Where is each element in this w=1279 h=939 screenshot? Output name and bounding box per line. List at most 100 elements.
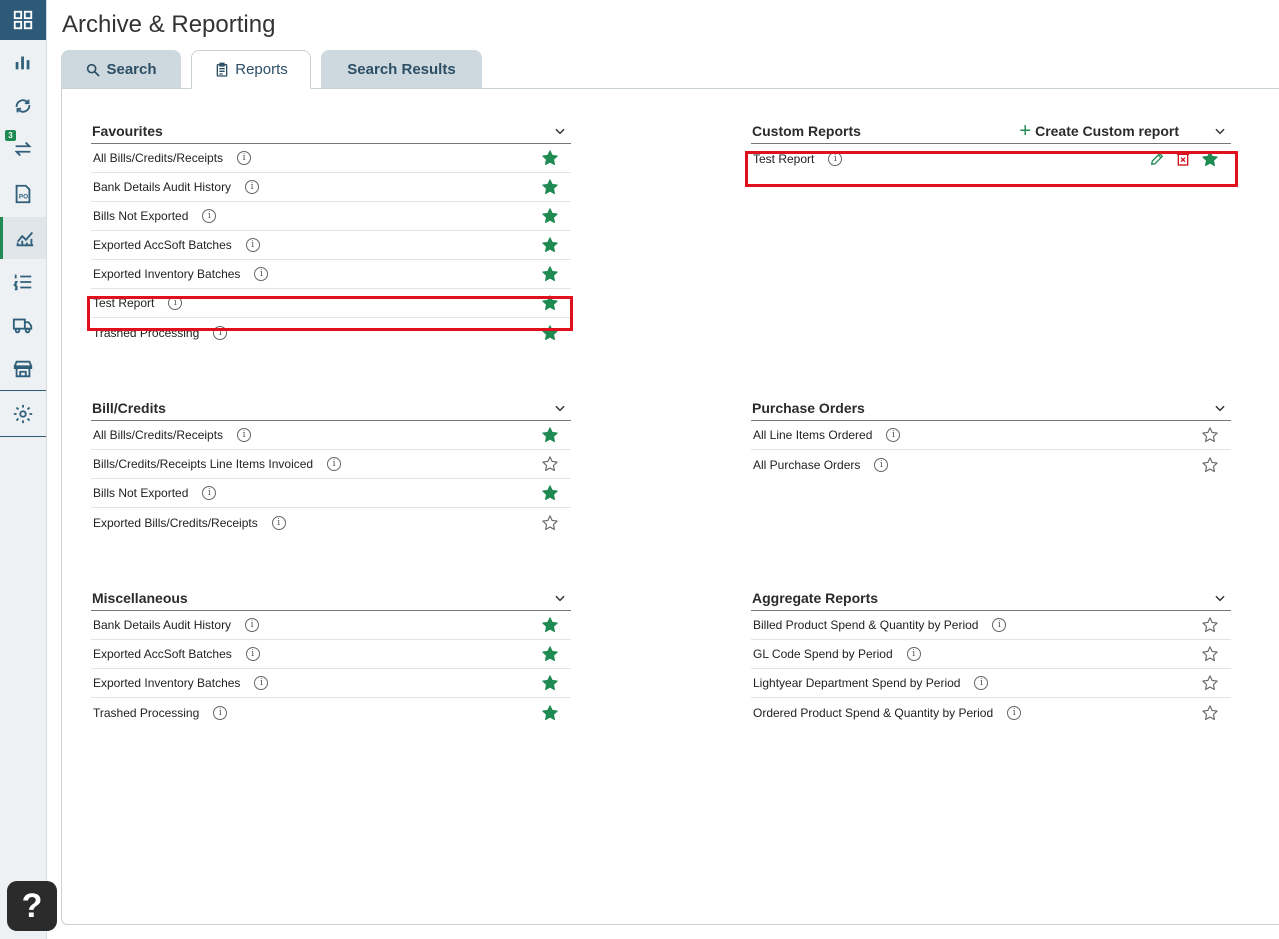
sidebar-transfers[interactable]: 3: [0, 129, 46, 169]
star-filled-icon[interactable]: [541, 426, 559, 444]
report-label[interactable]: Exported Bills/Credits/Receipts: [93, 516, 258, 530]
report-row[interactable]: Bank Details Audit History i: [91, 611, 571, 640]
report-row[interactable]: Trashed Processing i: [91, 318, 571, 347]
report-label[interactable]: Bank Details Audit History: [93, 180, 231, 194]
info-icon[interactable]: i: [906, 647, 921, 661]
section-header[interactable]: Aggregate Reports: [751, 585, 1231, 611]
star-filled-icon[interactable]: [541, 265, 559, 283]
report-label[interactable]: Exported Inventory Batches: [93, 676, 240, 690]
report-row[interactable]: Billed Product Spend & Quantity by Perio…: [751, 611, 1231, 640]
star-outline-icon[interactable]: [541, 514, 559, 532]
report-row[interactable]: Exported Bills/Credits/Receipts i: [91, 508, 571, 537]
star-outline-icon[interactable]: [1201, 616, 1219, 634]
info-icon[interactable]: i: [874, 457, 889, 472]
tab-search-results[interactable]: Search Results: [321, 50, 482, 89]
report-row[interactable]: Bank Details Audit History i: [91, 173, 571, 202]
report-row[interactable]: Ordered Product Spend & Quantity by Peri…: [751, 698, 1231, 727]
report-label[interactable]: Test Report: [753, 152, 814, 166]
section-header[interactable]: Miscellaneous: [91, 585, 571, 611]
sidebar-purchase-orders[interactable]: PO: [0, 174, 46, 214]
report-row[interactable]: Bills Not Exported i: [91, 479, 571, 508]
report-label[interactable]: Trashed Processing: [93, 706, 199, 720]
info-icon[interactable]: i: [886, 428, 901, 442]
report-label[interactable]: All Purchase Orders: [753, 458, 860, 472]
star-filled-icon[interactable]: [541, 207, 559, 225]
report-row[interactable]: Bills Not Exported i: [91, 202, 571, 231]
info-icon[interactable]: i: [992, 618, 1007, 632]
report-label[interactable]: All Bills/Credits/Receipts: [93, 151, 223, 165]
star-filled-icon[interactable]: [541, 149, 559, 167]
info-icon[interactable]: i: [245, 618, 260, 632]
report-label[interactable]: Ordered Product Spend & Quantity by Peri…: [753, 706, 993, 720]
report-label[interactable]: Bills Not Exported: [93, 209, 188, 223]
star-filled-icon[interactable]: [541, 294, 559, 312]
sidebar-analytics[interactable]: [0, 42, 46, 82]
report-label[interactable]: Test Report: [93, 296, 154, 310]
star-filled-icon[interactable]: [541, 616, 559, 634]
delete-icon[interactable]: [1175, 151, 1191, 167]
star-outline-icon[interactable]: [1201, 704, 1219, 722]
sidebar-settings[interactable]: [0, 394, 46, 434]
report-label[interactable]: Billed Product Spend & Quantity by Perio…: [753, 618, 978, 632]
star-filled-icon[interactable]: [541, 704, 559, 722]
report-row[interactable]: All Line Items Ordered i: [751, 421, 1231, 450]
report-label[interactable]: Lightyear Department Spend by Period: [753, 676, 960, 690]
info-icon[interactable]: i: [1007, 705, 1022, 720]
report-row[interactable]: All Purchase Orders i: [751, 450, 1231, 479]
chevron-down-icon[interactable]: [1213, 124, 1227, 138]
info-icon[interactable]: i: [237, 428, 252, 442]
star-outline-icon[interactable]: [1201, 674, 1219, 692]
report-row[interactable]: Bills/Credits/Receipts Line Items Invoic…: [91, 450, 571, 479]
info-icon[interactable]: i: [168, 296, 183, 310]
section-header[interactable]: Bill/Credits: [91, 395, 571, 421]
chevron-down-icon[interactable]: [1213, 401, 1227, 415]
report-label[interactable]: GL Code Spend by Period: [753, 647, 893, 661]
report-label[interactable]: All Bills/Credits/Receipts: [93, 428, 223, 442]
info-icon[interactable]: i: [327, 457, 342, 471]
report-row[interactable]: Lightyear Department Spend by Period i: [751, 669, 1231, 698]
star-filled-icon[interactable]: [541, 236, 559, 254]
info-icon[interactable]: i: [237, 151, 252, 165]
tab-search[interactable]: Search: [61, 50, 181, 89]
star-filled-icon[interactable]: [541, 484, 559, 502]
help-button[interactable]: ?: [7, 881, 57, 931]
report-label[interactable]: Bills/Credits/Receipts Line Items Invoic…: [93, 457, 313, 471]
report-label[interactable]: Exported AccSoft Batches: [93, 647, 232, 661]
star-outline-icon[interactable]: [541, 455, 559, 473]
chevron-down-icon[interactable]: [553, 591, 567, 605]
sidebar-list[interactable]: [0, 262, 46, 302]
star-filled-icon[interactable]: [541, 674, 559, 692]
sidebar-dashboard[interactable]: [0, 0, 46, 40]
create-custom-report-button[interactable]: + Create Custom report: [1019, 121, 1179, 141]
report-row[interactable]: GL Code Spend by Period i: [751, 640, 1231, 669]
report-label[interactable]: Bank Details Audit History: [93, 618, 231, 632]
pencil-icon[interactable]: [1149, 151, 1165, 167]
section-header[interactable]: Purchase Orders: [751, 395, 1231, 421]
star-outline-icon[interactable]: [1201, 645, 1219, 663]
report-row[interactable]: Exported Inventory Batches i: [91, 260, 571, 289]
tab-reports[interactable]: Reports: [191, 50, 311, 89]
report-row[interactable]: Trashed Processing i: [91, 698, 571, 727]
report-row[interactable]: Test Report i: [91, 289, 571, 318]
info-icon[interactable]: i: [213, 325, 228, 340]
info-icon[interactable]: i: [245, 647, 260, 661]
report-label[interactable]: All Line Items Ordered: [753, 428, 872, 442]
section-header[interactable]: Custom Reports + Create Custom report: [751, 118, 1231, 144]
star-outline-icon[interactable]: [1201, 426, 1219, 444]
chevron-down-icon[interactable]: [1213, 591, 1227, 605]
chevron-down-icon[interactable]: [553, 401, 567, 415]
info-icon[interactable]: i: [202, 486, 217, 500]
report-row[interactable]: Test Report i: [751, 144, 1231, 173]
sidebar-reporting[interactable]: [0, 217, 46, 259]
sidebar-delivery[interactable]: [0, 305, 46, 345]
info-icon[interactable]: i: [271, 515, 286, 530]
report-row[interactable]: All Bills/Credits/Receipts i: [91, 421, 571, 450]
sidebar-sync[interactable]: [0, 86, 46, 126]
star-filled-icon[interactable]: [541, 645, 559, 663]
report-row[interactable]: Exported Inventory Batches i: [91, 669, 571, 698]
info-icon[interactable]: i: [254, 676, 269, 690]
info-icon[interactable]: i: [974, 676, 989, 690]
sidebar-store[interactable]: [0, 349, 46, 389]
section-header[interactable]: Favourites: [91, 118, 571, 144]
info-icon[interactable]: i: [213, 705, 228, 720]
